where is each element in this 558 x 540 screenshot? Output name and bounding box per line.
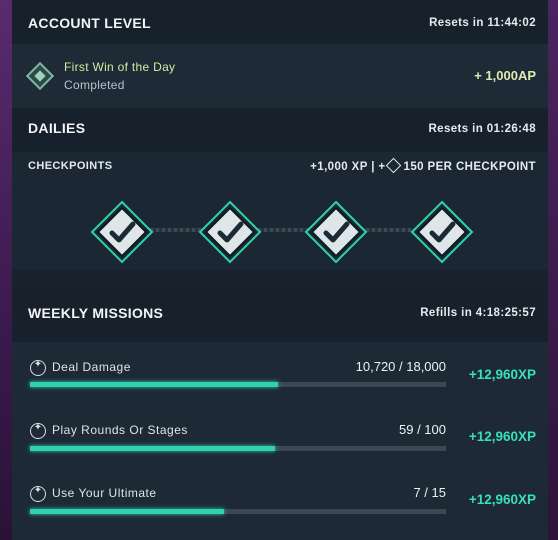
account-level-reset-timer: Resets in 11:44:02 [429, 17, 536, 29]
mission-progress-text: 7 / 15 [413, 485, 446, 500]
weekly-refill-timer: Refills in 4:18:25:57 [420, 307, 536, 319]
mission-star-icon [30, 359, 46, 376]
mission-row[interactable]: Use Your Ultimate 7 / 15 +12,960XP [12, 476, 548, 536]
checkpoints-reward: +1,000 XP | + 150 PER CHECKPOINT [310, 157, 536, 174]
checkpoint-diamond-icon [90, 200, 154, 264]
checkpoint-4[interactable] [410, 200, 474, 264]
mission-name: Use Your Ultimate [52, 486, 157, 500]
dailies-title: DAILIES [28, 120, 86, 136]
first-win-title: First Win of the Day [64, 60, 176, 74]
dailies-reset-timer: Resets in 01:26:48 [428, 123, 536, 135]
mission-progress-fill [30, 382, 278, 387]
mission-star-icon [30, 485, 46, 502]
mission-progress-bar [30, 446, 446, 451]
mission-progress-fill [30, 446, 276, 451]
mission-progress-text: 59 / 100 [399, 422, 446, 437]
mission-name: Play Rounds Or Stages [52, 423, 188, 437]
checkpoint-1[interactable] [90, 200, 154, 264]
checkpoint-diamond-icon [304, 200, 368, 264]
left-frame [0, 0, 12, 540]
checkpoints-label: CHECKPOINTS [28, 160, 113, 172]
mission-row[interactable]: Play Rounds Or Stages 59 / 100 +12,960XP [12, 413, 548, 473]
checkpoint-diamond-icon [198, 200, 262, 264]
first-win-status: Completed [64, 78, 125, 92]
mission-progress-text: 10,720 / 18,000 [355, 359, 446, 374]
first-win-reward: + 1,000AP [474, 68, 536, 83]
dailies-header: DAILIES Resets in 01:26:48 [12, 108, 548, 152]
account-level-title: ACCOUNT LEVEL [28, 15, 151, 31]
mission-reward: +12,960XP [468, 429, 536, 444]
souls-icon [385, 157, 401, 174]
first-win-row[interactable] [12, 44, 548, 108]
mission-progress-fill [30, 509, 225, 514]
mission-progress-bar [30, 382, 446, 387]
right-frame [548, 0, 558, 540]
mission-star-icon [30, 422, 46, 439]
account-level-header: ACCOUNT LEVEL Resets in 11:44:02 [12, 0, 548, 44]
mission-row[interactable]: Deal Damage 10,720 / 18,000 +12,960XP [12, 350, 548, 410]
checkpoint-3[interactable] [304, 200, 368, 264]
checkpoints-reward-souls: 150 PER CHECKPOINT [403, 161, 536, 173]
missions-panel: 136 ACCOUNT LEVEL Resets in 11:44:02 Fir… [12, 0, 548, 540]
checkpoint-2[interactable] [198, 200, 262, 264]
checkpoint-track [132, 228, 432, 232]
checkpoint-diamond-icon [410, 200, 474, 264]
checkpoints-reward-xp: +1,000 XP | + [310, 161, 386, 173]
mission-name: Deal Damage [52, 360, 131, 374]
weekly-missions-header: WEEKLY MISSIONS Refills in 4:18:25:57 [12, 290, 548, 334]
mission-progress-bar [30, 509, 446, 514]
weekly-missions-title: WEEKLY MISSIONS [28, 305, 164, 321]
mission-reward: +12,960XP [468, 492, 536, 507]
mission-reward: +12,960XP [468, 367, 536, 382]
